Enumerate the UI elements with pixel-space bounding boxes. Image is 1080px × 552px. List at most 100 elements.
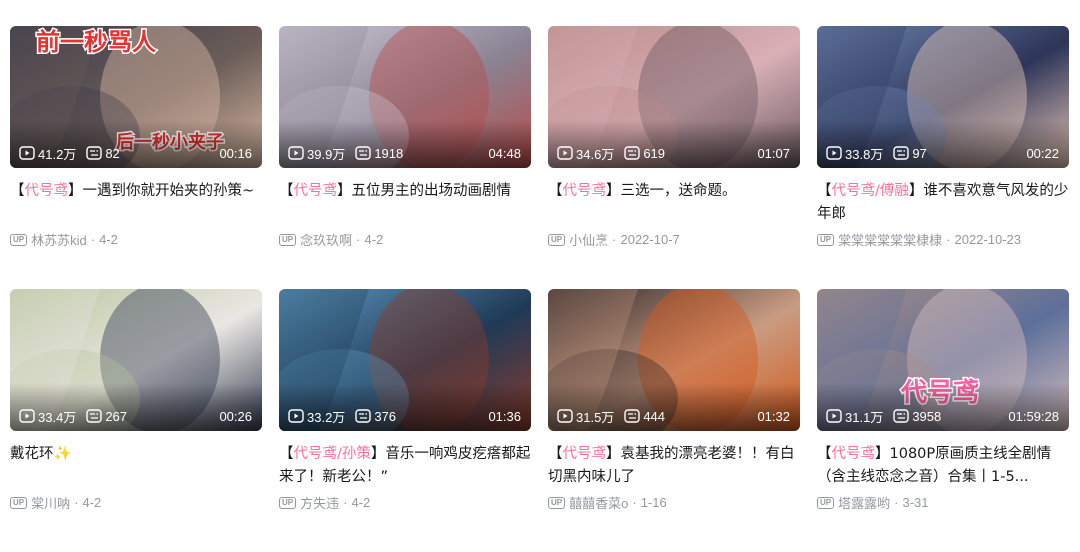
- danmaku-count: 619: [624, 146, 665, 161]
- video-card[interactable]: 前一秒骂人后一秒小夹子 41.2万 82 00:16 【代号鸢】一遇到你就开始夹…: [10, 26, 262, 249]
- video-title[interactable]: 【代号鸢】1080P原画质主线全剧情（含主线恋念之音）合集丨1-5...: [817, 443, 1069, 489]
- video-card[interactable]: 34.6万 619 01:07 【代号鸢】三选一，送命题。 UP 小仙烹 · 2…: [548, 26, 800, 249]
- video-row-2: 33.4万 267 00:26 戴花环✨ UP 棠川呐 · 4-2 33.2万 …: [10, 289, 1070, 552]
- view-count: 34.6万: [557, 144, 614, 163]
- danmaku-icon: [624, 409, 641, 423]
- video-thumbnail[interactable]: 34.6万 619 01:07: [548, 26, 800, 168]
- view-count-text: 39.9万: [307, 146, 346, 162]
- video-thumbnail[interactable]: 31.5万 444 01:32: [548, 289, 800, 431]
- publish-date: 3-31: [902, 495, 929, 510]
- view-count-text: 31.5万: [576, 409, 615, 425]
- video-thumbnail[interactable]: 33.4万 267 00:26: [10, 289, 262, 431]
- video-stats: 39.9万 1918 04:48: [288, 144, 521, 162]
- uploader-name[interactable]: 方失违: [300, 493, 339, 512]
- danmaku-icon: [86, 146, 103, 160]
- video-duration: 01:32: [757, 408, 790, 424]
- separator-dot: ·: [632, 495, 637, 510]
- video-title[interactable]: 戴花环✨: [10, 443, 262, 489]
- uploader-name[interactable]: 念玖玖啊: [300, 230, 352, 249]
- danmaku-count-text: 97: [912, 145, 927, 161]
- video-title[interactable]: 【代号鸢/傅融】谁不喜欢意气风发的少年郎: [817, 180, 1069, 226]
- uploader-name[interactable]: 棠棠棠棠棠棠棣棣: [838, 230, 942, 249]
- separator-dot: ·: [74, 495, 79, 510]
- thumbnail-caption: 前一秒骂人: [36, 28, 156, 56]
- video-title[interactable]: 【代号鸢】三选一，送命题。: [548, 180, 800, 226]
- publish-date: 2022-10-7: [620, 232, 680, 247]
- view-count: 41.2万: [19, 144, 76, 163]
- danmaku-icon: [355, 146, 372, 160]
- title-tag: 代号鸢/孙策: [293, 446, 371, 462]
- danmaku-count: 97: [893, 145, 927, 161]
- video-duration: 00:22: [1026, 145, 1059, 161]
- video-duration: 04:48: [488, 145, 521, 161]
- video-meta: UP 塔露露哟 · 3-31: [817, 493, 1069, 512]
- video-thumbnail[interactable]: 33.2万 376 01:36: [279, 289, 531, 431]
- video-thumbnail[interactable]: 39.9万 1918 04:48: [279, 26, 531, 168]
- view-count: 39.9万: [288, 144, 345, 163]
- danmaku-count: 376: [355, 409, 396, 424]
- video-card[interactable]: 31.5万 444 01:32 【代号鸢】袁基我的漂亮老婆！！有白切黑内味儿了 …: [548, 289, 800, 512]
- play-count-icon: [557, 409, 573, 423]
- view-count: 33.4万: [19, 407, 76, 426]
- danmaku-icon: [624, 146, 641, 160]
- play-count-icon: [288, 409, 304, 423]
- view-count: 31.1万: [826, 407, 883, 426]
- video-card[interactable]: 33.4万 267 00:26 戴花环✨ UP 棠川呐 · 4-2: [10, 289, 262, 512]
- danmaku-icon: [893, 146, 910, 160]
- danmaku-count-text: 619: [643, 145, 666, 161]
- danmaku-count-text: 444: [643, 408, 666, 424]
- view-count: 31.5万: [557, 407, 614, 426]
- up-icon: UP: [279, 496, 297, 509]
- uploader-name[interactable]: 林苏苏kid: [31, 230, 87, 249]
- danmaku-icon: [355, 409, 372, 423]
- video-card[interactable]: 33.8万 97 00:22 【代号鸢/傅融】谁不喜欢意气风发的少年郎 UP 棠…: [817, 26, 1069, 249]
- video-meta: UP 小仙烹 · 2022-10-7: [548, 230, 800, 249]
- danmaku-count-text: 376: [374, 408, 397, 424]
- video-card[interactable]: 39.9万 1918 04:48 【代号鸢】五位男主的出场动画剧情 UP 念玖玖…: [279, 26, 531, 249]
- video-meta: UP 棠棠棠棠棠棠棣棣 · 2022-10-23: [817, 230, 1069, 249]
- up-icon: UP: [10, 233, 28, 246]
- publish-date: 4-2: [99, 232, 118, 247]
- video-title[interactable]: 【代号鸢】五位男主的出场动画剧情: [279, 180, 531, 226]
- video-meta: UP 棠川呐 · 4-2: [10, 493, 262, 512]
- video-card[interactable]: 代号鸢 31.1万 3958 01:59:28 【代号鸢】1080P原画质主线全…: [817, 289, 1069, 512]
- up-icon: UP: [548, 496, 566, 509]
- uploader-name[interactable]: 塔露露哟: [838, 493, 890, 512]
- uploader-name[interactable]: 棠川呐: [31, 493, 70, 512]
- video-card[interactable]: 33.2万 376 01:36 【代号鸢/孙策】音乐一响鸡皮疙瘩都起来了！新老公…: [279, 289, 531, 512]
- video-duration: 01:07: [757, 145, 790, 161]
- uploader-name[interactable]: 小仙烹: [569, 230, 608, 249]
- danmaku-icon: [893, 409, 910, 423]
- separator-dot: ·: [612, 232, 617, 247]
- video-title[interactable]: 【代号鸢/孙策】音乐一响鸡皮疙瘩都起来了！新老公！”: [279, 443, 531, 489]
- video-grid: 前一秒骂人后一秒小夹子 41.2万 82 00:16 【代号鸢】一遇到你就开始夹…: [10, 26, 1070, 552]
- title-tag: 代号鸢: [831, 446, 876, 462]
- play-count-icon: [19, 409, 35, 423]
- play-count-icon: [557, 146, 573, 160]
- play-count-icon: [288, 146, 304, 160]
- view-count: 33.8万: [826, 144, 883, 163]
- view-count-text: 33.4万: [38, 409, 77, 425]
- view-count-text: 33.8万: [845, 146, 884, 162]
- video-title[interactable]: 【代号鸢】袁基我的漂亮老婆！！有白切黑内味儿了: [548, 443, 800, 489]
- publish-date: 2022-10-23: [954, 232, 1021, 247]
- title-tag: 代号鸢: [562, 183, 607, 199]
- view-count-text: 31.1万: [845, 409, 884, 425]
- video-thumbnail[interactable]: 代号鸢 31.1万 3958 01:59:28: [817, 289, 1069, 431]
- title-tag: 代号鸢: [24, 183, 69, 199]
- uploader-name[interactable]: 囍囍香菜o: [569, 493, 628, 512]
- play-count-icon: [826, 409, 842, 423]
- title-tag: 代号鸢: [293, 183, 338, 199]
- danmaku-count-text: 1918: [374, 145, 404, 161]
- video-meta: UP 方失违 · 4-2: [279, 493, 531, 512]
- video-stats: 33.2万 376 01:36: [288, 407, 521, 425]
- video-duration: 01:59:28: [1008, 408, 1059, 424]
- video-thumbnail[interactable]: 33.8万 97 00:22: [817, 26, 1069, 168]
- separator-dot: ·: [343, 495, 348, 510]
- video-duration: 00:16: [219, 145, 252, 161]
- video-thumbnail[interactable]: 前一秒骂人后一秒小夹子 41.2万 82 00:16: [10, 26, 262, 168]
- video-stats: 31.5万 444 01:32: [557, 407, 790, 425]
- separator-dot: ·: [90, 232, 96, 247]
- play-count-icon: [19, 146, 35, 160]
- video-title[interactable]: 【代号鸢】一遇到你就开始夹的孙策~: [10, 180, 262, 226]
